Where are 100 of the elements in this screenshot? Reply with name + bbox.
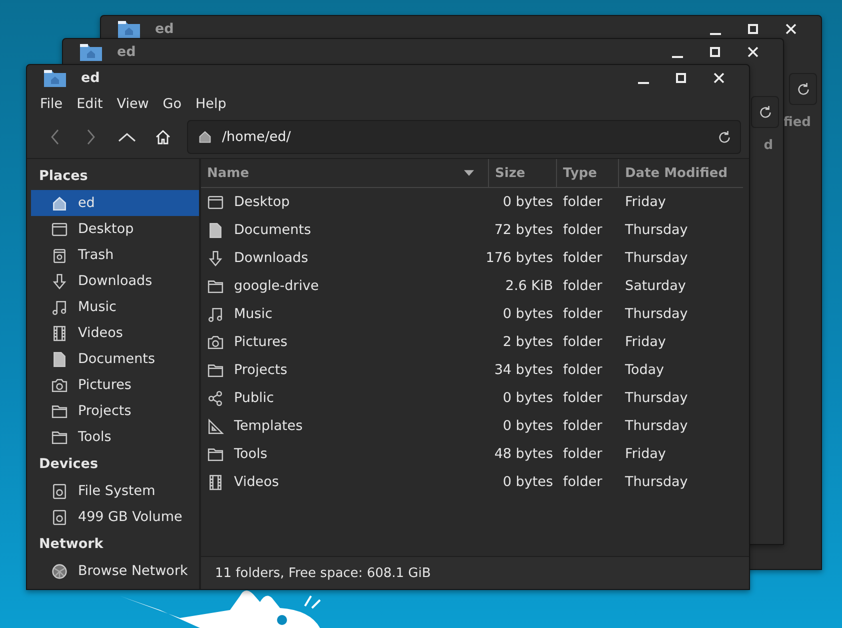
refresh-button[interactable] — [789, 73, 817, 105]
document-icon — [51, 350, 68, 368]
maximize-icon — [709, 46, 721, 58]
home-icon — [155, 129, 171, 145]
menu-item[interactable]: Go — [156, 96, 189, 112]
table-cell-text: Thursday — [624, 221, 689, 240]
file-name-cell[interactable]: Projects — [201, 356, 489, 384]
table-cell-text: Friday — [624, 193, 667, 212]
drive-icon — [51, 482, 68, 500]
drive-icon — [51, 508, 68, 526]
minimize-icon — [638, 82, 648, 84]
location-field[interactable]: /home/ed/ — [187, 120, 741, 154]
sidebar-heading: Places — [38, 167, 89, 186]
sidebar-item[interactable]: Browse Network — [31, 558, 199, 584]
column-header[interactable]: Type — [557, 159, 619, 187]
table-cell-text: folder — [562, 361, 604, 380]
share-icon — [207, 390, 224, 406]
table-cell-text: Saturday — [624, 277, 687, 296]
table-cell-text: 0 bytes — [502, 417, 554, 436]
column-header: fied — [783, 114, 811, 130]
minimize-icon — [672, 56, 682, 58]
sidebar-item[interactable]: Music — [31, 294, 199, 320]
sidebar-item[interactable]: Videos — [31, 320, 199, 346]
table-cell-text: 2 bytes — [502, 333, 554, 352]
minimize-icon — [710, 33, 720, 35]
camera-icon — [51, 376, 68, 394]
sidebar-item[interactable]: Pictures — [31, 372, 199, 398]
table-cell-text: Thursday — [624, 305, 689, 324]
window-title: ed — [155, 21, 175, 37]
music-note-icon — [51, 298, 68, 316]
close-icon — [713, 72, 725, 84]
sidebar-item[interactable]: File System — [31, 478, 199, 504]
file-name-cell[interactable]: Music — [201, 300, 489, 328]
file-name-cell[interactable]: Videos — [201, 468, 489, 496]
table-cell-text: folder — [562, 249, 604, 268]
status-text: 11 folders, Free space: 608.1 GiB — [215, 566, 431, 580]
menu-item[interactable]: File — [33, 96, 70, 112]
sidebar-item[interactable]: Projects — [31, 398, 199, 424]
menu-item[interactable]: View — [110, 96, 156, 112]
table-cell-text: 0 bytes — [502, 305, 554, 324]
table-cell-text: Today — [624, 361, 666, 380]
table-cell-text: folder — [562, 445, 604, 464]
table-cell-text: Friday — [624, 333, 667, 352]
file-name-cell[interactable]: Templates — [201, 412, 489, 440]
close-icon — [785, 23, 797, 35]
close-icon — [747, 46, 759, 58]
sidebar-item[interactable]: 499 GB Volume — [31, 504, 199, 530]
table-cell-text: 2.6 KiB — [504, 277, 554, 296]
column-header[interactable]: Date Modified — [619, 159, 743, 187]
sidebar-item[interactable]: Downloads — [31, 268, 199, 294]
refresh-button[interactable] — [751, 96, 779, 128]
folder-icon — [207, 278, 224, 294]
table-cell-text: folder — [562, 473, 604, 492]
column-header[interactable]: Name — [201, 159, 489, 187]
menu-item[interactable]: Help — [188, 96, 234, 112]
camera-icon — [207, 334, 224, 350]
refresh-icon — [758, 104, 772, 120]
sidebar-item[interactable]: ed — [31, 190, 199, 216]
table-cell-text: 72 bytes — [493, 221, 554, 240]
maximize-icon — [747, 23, 759, 35]
table-cell-text: 34 bytes — [493, 361, 554, 380]
folder-icon — [43, 68, 67, 88]
document-icon — [207, 222, 224, 238]
back-icon — [50, 129, 60, 145]
sidebar-item[interactable]: Trash — [31, 242, 199, 268]
sidebar-heading: Devices — [38, 455, 99, 474]
file-name-cell[interactable]: Pictures — [201, 328, 489, 356]
file-name-cell[interactable]: Tools — [201, 440, 489, 468]
table-cell-text: folder — [562, 277, 604, 296]
table-cell-text: Thursday — [624, 249, 689, 268]
folder-icon — [79, 42, 103, 62]
file-name-cell[interactable]: Documents — [201, 216, 489, 244]
table-cell-text: folder — [562, 193, 604, 212]
sidebar-item[interactable]: Desktop — [31, 216, 199, 242]
film-icon — [207, 474, 224, 490]
folder-icon — [207, 362, 224, 378]
trash-icon — [51, 246, 68, 264]
window-title: ed — [117, 44, 137, 60]
sidebar-item[interactable]: Documents — [31, 346, 199, 372]
file-name-cell[interactable]: google-drive — [201, 272, 489, 300]
menu-item[interactable]: Edit — [70, 96, 110, 112]
sidebar-item[interactable]: Tools — [31, 424, 199, 450]
refresh-icon — [796, 82, 810, 96]
folder-icon — [51, 402, 68, 420]
window-title: ed — [81, 70, 101, 86]
file-name-cell[interactable]: Public — [201, 384, 489, 412]
sidebar-heading: Network — [38, 535, 104, 554]
table-cell-text: folder — [562, 389, 604, 408]
column-header[interactable]: Size — [489, 159, 557, 187]
window-icon — [207, 194, 224, 210]
folder-icon — [51, 428, 68, 446]
down-arrow-icon — [207, 250, 224, 266]
path-input[interactable]: /home/ed/ — [220, 128, 715, 146]
table-cell-text: 0 bytes — [502, 193, 554, 212]
table-cell-text: Thursday — [624, 417, 689, 436]
table-cell-text: 48 bytes — [493, 445, 554, 464]
file-name-cell[interactable]: Desktop — [201, 188, 489, 216]
table-cell-text: folder — [562, 221, 604, 240]
table-cell-text: Thursday — [624, 473, 689, 492]
music-note-icon — [207, 306, 224, 322]
